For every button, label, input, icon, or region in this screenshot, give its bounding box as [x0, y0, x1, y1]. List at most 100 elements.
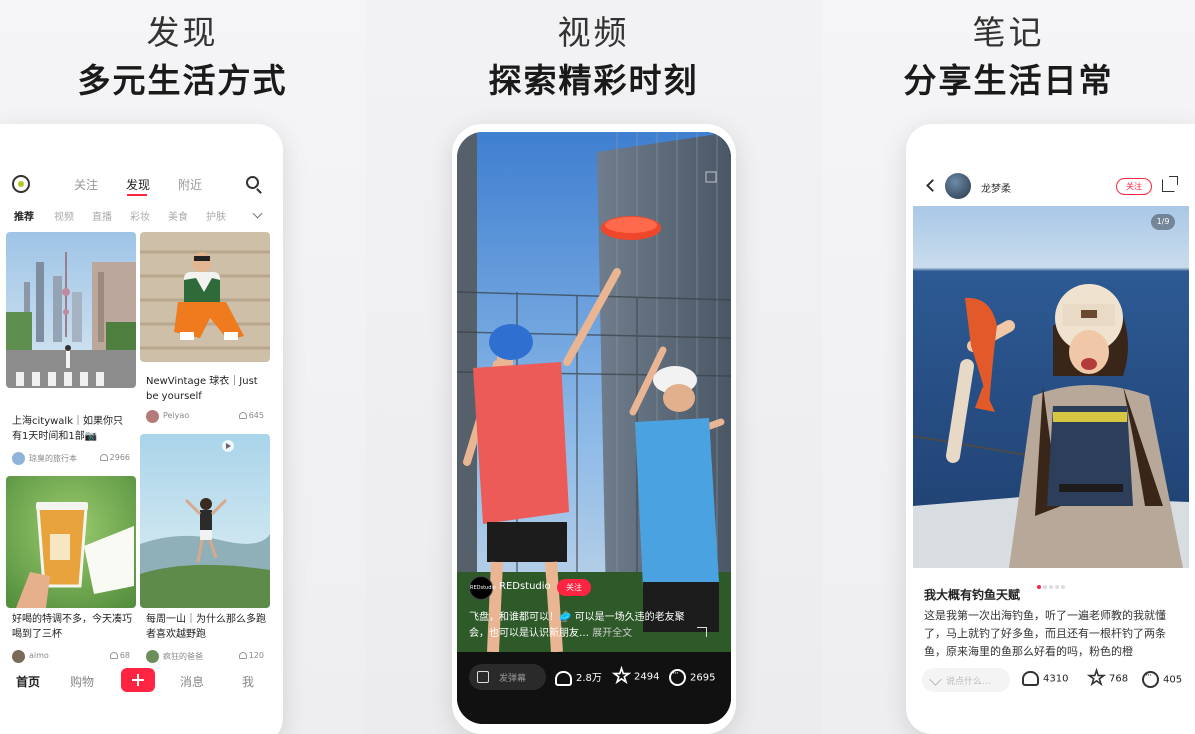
comment-button[interactable]: 2695: [669, 669, 715, 686]
nav-me[interactable]: 我: [242, 673, 254, 690]
card-likes[interactable]: 68: [109, 651, 130, 660]
chip-video[interactable]: 视频: [54, 208, 74, 223]
heart-icon: [238, 412, 247, 419]
comment-input[interactable]: 说点什么...: [922, 668, 1010, 692]
card-image: [6, 232, 136, 388]
chip-recommend[interactable]: 推荐: [14, 208, 34, 223]
panel-subtitle: 探索精彩时刻: [488, 61, 699, 100]
comment-count: 405: [1163, 674, 1183, 686]
follow-button[interactable]: 关注: [1116, 178, 1152, 195]
card-author: 琼臭的旅行本: [29, 454, 77, 463]
chip-makeup[interactable]: 彩妆: [130, 208, 150, 223]
card-author: Peiyao: [163, 411, 190, 420]
card-likes[interactable]: 120: [238, 651, 264, 660]
note-title: 我大概有钓鱼天赋: [924, 588, 1021, 602]
app-logo-icon[interactable]: [12, 175, 30, 193]
dot-active: [1037, 585, 1041, 589]
card-author: 疯狂的爸爸: [163, 652, 203, 661]
dot: [1049, 585, 1053, 589]
fullscreen-icon[interactable]: [697, 627, 707, 637]
card-image: [6, 476, 136, 608]
avatar[interactable]: REDstudio: [469, 576, 496, 600]
like-count: 68: [119, 651, 130, 660]
like-count: 2966: [109, 453, 130, 462]
chevron-down-icon[interactable]: [252, 208, 263, 219]
discover-phone: 关注 发现 附近 推荐 视频 直播 彩妆 美食 护肤 上海citywalk｜如果…: [0, 124, 283, 734]
star-icon: ★: [612, 665, 631, 687]
nav-messages[interactable]: 消息: [180, 673, 204, 690]
card-likes[interactable]: 645: [238, 411, 264, 420]
discover-panel: 发现 多元生活方式 关注 发现 附近 推荐 视频 直播 彩妆 美食 护肤 上海c…: [0, 0, 365, 734]
note-phone: 龙梦柔 关注 1/9 我大概有钓鱼天赋 这是我第一次出海钓鱼，听了一遍老师教的我…: [906, 124, 1195, 734]
tab-follow[interactable]: 关注: [74, 176, 98, 193]
comment-button[interactable]: 405: [1142, 671, 1182, 688]
comment-icon: [1142, 671, 1159, 688]
active-tab-indicator: [127, 194, 147, 196]
heart-icon: [238, 652, 247, 659]
card-meta: 琼臭的旅行本 2966: [12, 452, 130, 466]
follow-button[interactable]: 关注: [557, 579, 591, 596]
note-action-bar: 说点什么... 4310 ★768 405: [906, 667, 1195, 697]
video-author-name[interactable]: REDstudio: [499, 581, 551, 592]
card-title: 上海citywalk｜如果你只有1天时间和1部📷: [12, 416, 123, 442]
card-likes[interactable]: 2966: [99, 453, 130, 462]
post-plus-button[interactable]: [121, 668, 155, 692]
card-title: 好喝的特调不多，今天凑巧喝到了三杯: [12, 614, 132, 640]
note-panel: 笔记 分享生活日常 龙梦柔 关注 1/9 我大概有钓鱼天赋 这是我第一次出海钓鱼…: [822, 0, 1195, 734]
avatar[interactable]: [945, 173, 971, 199]
danmaku-icon: [477, 671, 489, 683]
nav-home[interactable]: 首页: [16, 673, 40, 690]
feed-card[interactable]: 每周一山｜为什么那么多跑者喜欢越野跑 疯狂的爸爸 120: [140, 434, 270, 666]
collect-count: 768: [1109, 673, 1129, 685]
like-button[interactable]: 2.8万: [555, 669, 602, 686]
like-count: 2.8万: [576, 673, 602, 684]
feed-card[interactable]: NewVintage 球衣｜Just be yourself Peiyao 64…: [140, 232, 270, 428]
like-button[interactable]: 4310: [1022, 671, 1068, 686]
category-chips: 推荐 视频 直播 彩妆 美食 护肤: [0, 206, 283, 226]
like-count: 4310: [1043, 673, 1069, 685]
heart-icon: [555, 670, 572, 686]
video-frame[interactable]: [457, 132, 731, 652]
danmaku-label: 发弹幕: [499, 674, 527, 684]
card-image: [140, 434, 270, 608]
chip-skincare[interactable]: 护肤: [206, 208, 226, 223]
top-nav: 关注 发现 附近: [0, 168, 283, 198]
dot: [1043, 585, 1047, 589]
search-icon[interactable]: [246, 176, 259, 189]
like-count: 645: [248, 411, 264, 420]
card-title: 每周一山｜为什么那么多跑者喜欢越野跑: [146, 614, 266, 640]
pen-icon: [929, 673, 942, 686]
collect-button[interactable]: ★ 2494: [612, 665, 659, 687]
feed-card[interactable]: 上海citywalk｜如果你只有1天时间和1部📷 琼臭的旅行本 2966: [6, 232, 136, 468]
photo-pager: 1/9: [1151, 214, 1175, 230]
note-author-name[interactable]: 龙梦柔: [981, 180, 1011, 195]
share-icon[interactable]: [1162, 176, 1178, 192]
expand-link[interactable]: 展开全文: [592, 628, 632, 639]
note-photo[interactable]: 1/9: [913, 206, 1189, 568]
note-header: 龙梦柔 关注: [906, 172, 1195, 202]
tab-discover[interactable]: 发现: [126, 176, 150, 193]
card-title: NewVintage 球衣｜Just be yourself: [146, 376, 258, 402]
heart-icon: [99, 454, 108, 461]
danmaku-input[interactable]: 发弹幕: [469, 664, 546, 690]
panel-title: 发现: [146, 13, 219, 52]
back-icon[interactable]: [926, 179, 939, 192]
panel-title: 视频: [557, 13, 630, 52]
dot: [1055, 585, 1059, 589]
comment-placeholder: 说点什么...: [946, 677, 991, 687]
feed-card[interactable]: 好喝的特调不多，今天凑巧喝到了三杯 aimo 68: [6, 476, 136, 666]
like-count: 120: [248, 651, 264, 660]
video-screen: REDstudio REDstudio 关注 飞盘，和谁都可以！🥏 可以是一场久…: [457, 132, 731, 724]
chip-live[interactable]: 直播: [92, 208, 112, 223]
nav-shopping[interactable]: 购物: [70, 673, 94, 690]
star-icon: ★: [1087, 667, 1106, 689]
avatar: [146, 650, 159, 663]
video-caption: 飞盘，和谁都可以！🥏 可以是一场久违的老友聚会，也可以是认识新朋友… 展开全文: [469, 610, 697, 642]
video-panel: 视频 探索精彩时刻 REDstudio REDstudio 关注 飞盘，和谁都可…: [365, 0, 822, 734]
chip-food[interactable]: 美食: [168, 208, 188, 223]
card-image: [140, 232, 270, 362]
note-body: 这是我第一次出海钓鱼，听了一遍老师教的我就懂了，马上就钓了好多鱼，而且还有一根杆…: [924, 609, 1166, 658]
collect-button[interactable]: ★ 768: [1087, 667, 1129, 689]
tab-nearby[interactable]: 附近: [178, 176, 202, 193]
dot: [1061, 585, 1065, 589]
